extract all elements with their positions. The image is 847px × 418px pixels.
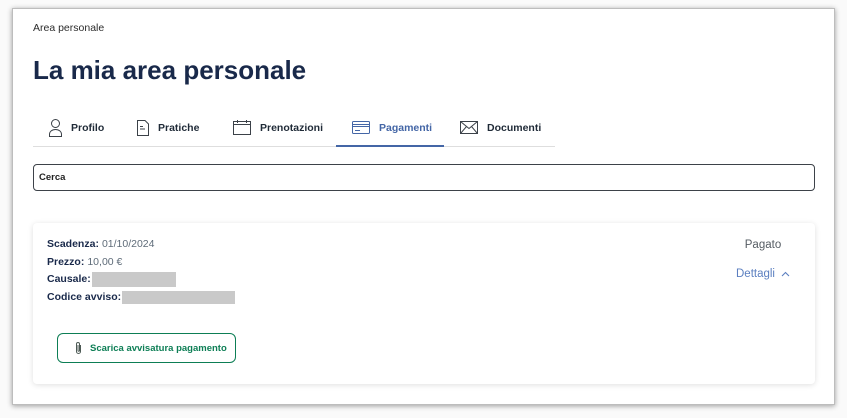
personal-area-page: Area personale La mia area personale Pro…: [12, 8, 835, 405]
details-toggle[interactable]: Dettagli: [723, 266, 803, 282]
page-title: La mia area personale: [33, 55, 307, 85]
prezzo-value: 10,00 €: [87, 255, 123, 268]
tab-label: Documenti: [487, 121, 542, 134]
scadenza-label: Scadenza:: [47, 238, 99, 250]
search-input[interactable]: [33, 164, 815, 191]
document-icon: [137, 119, 149, 136]
download-notice-label: Scarica avvisatura pagamento: [90, 342, 227, 354]
tab-documenti[interactable]: Documenti: [444, 109, 555, 146]
user-icon: [49, 118, 62, 137]
tab-label: Profilo: [71, 121, 105, 134]
scadenza-value: 01/10/2024: [101, 238, 155, 250]
causale-label: Causale:: [47, 273, 91, 285]
tab-profilo[interactable]: Profilo: [33, 109, 121, 146]
envelope-icon: [460, 121, 478, 134]
paperclip-icon: [75, 341, 82, 355]
breadcrumb: Area personale: [33, 22, 105, 34]
prezzo-row: Prezzo: 10,00 €: [47, 254, 235, 272]
causale-row: Causale:: [47, 271, 235, 289]
tab-label: Pratiche: [158, 121, 200, 134]
tab-pratiche[interactable]: Pratiche: [121, 109, 217, 146]
calendar-icon: [233, 120, 251, 135]
tab-label: Prenotazioni: [260, 121, 324, 134]
tab-label: Pagamenti: [379, 121, 433, 134]
chevron-up-icon: [781, 271, 790, 277]
scadenza-row: Scadenza: 01/10/2024: [47, 236, 235, 254]
tab-prenotazioni[interactable]: Prenotazioni: [217, 109, 336, 146]
tab-pagamenti[interactable]: Pagamenti: [336, 109, 444, 147]
payment-card: Scadenza: 01/10/2024 Prezzo: 10,00 € Cau…: [33, 223, 815, 384]
details-toggle-label: Dettagli: [736, 268, 775, 280]
tab-bar: Profilo Pratiche Prenotazioni Pagamenti …: [33, 109, 555, 147]
redacted-codice-avviso-value: [122, 290, 236, 304]
prezzo-label: Prezzo:: [47, 255, 85, 268]
redacted-causale-value: [91, 272, 176, 288]
codice-avviso-row: Codice avviso:: [47, 289, 236, 307]
download-notice-button[interactable]: Scarica avvisatura pagamento: [57, 333, 236, 363]
credit-card-icon: [352, 121, 370, 134]
status-badge: Pagato: [744, 239, 782, 251]
codice-avviso-label: Codice avviso:: [47, 290, 122, 303]
payment-info: Scadenza: 01/10/2024 Prezzo: 10,00 € Cau…: [47, 236, 236, 307]
